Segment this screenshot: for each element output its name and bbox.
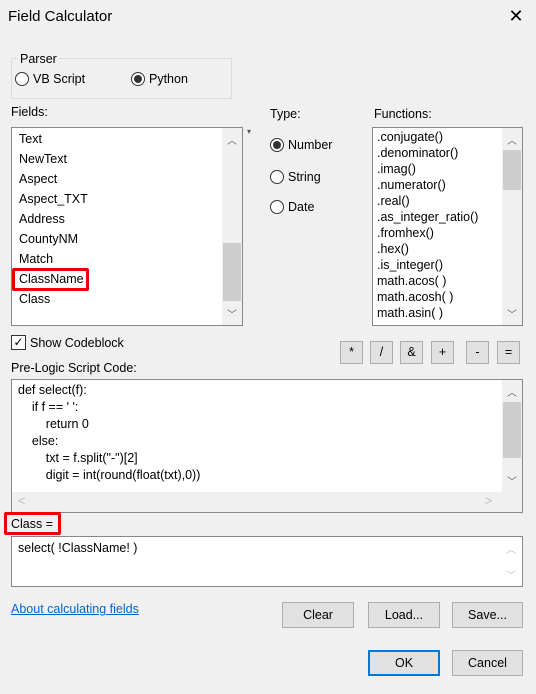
- scroll-up-icon[interactable]: ︿: [502, 132, 522, 147]
- radio-label: Number: [288, 138, 333, 152]
- radio-label: VB Script: [33, 72, 86, 86]
- prelogic-code-editor[interactable]: def select(f): if f == ' ': return 0 els…: [11, 379, 523, 513]
- radio-icon: [15, 72, 29, 86]
- radio-vbscript[interactable]: VB Script: [15, 72, 85, 86]
- code-line: digit = int(round(float(txt),0)): [18, 468, 201, 482]
- operator-equals-button[interactable]: =: [497, 341, 520, 364]
- radio-label: Date: [288, 200, 315, 214]
- scroll-thumb[interactable]: [503, 150, 521, 190]
- function-item[interactable]: .fromhex(): [377, 226, 434, 240]
- function-item[interactable]: .real(): [377, 194, 410, 208]
- operator-multiply-button[interactable]: *: [340, 341, 363, 364]
- operator-minus-button[interactable]: -: [466, 341, 489, 364]
- type-label: Type:: [270, 107, 301, 121]
- prelogic-label: Pre-Logic Script Code:: [11, 361, 137, 375]
- function-item[interactable]: .numerator(): [377, 178, 446, 192]
- code-line: else:: [18, 434, 59, 448]
- field-item[interactable]: Text: [19, 132, 42, 146]
- functions-label: Functions:: [374, 107, 432, 121]
- save-button[interactable]: Save...: [452, 602, 523, 628]
- field-item[interactable]: Match: [19, 252, 53, 266]
- functions-scrollbar[interactable]: ︿ ﹀: [502, 128, 522, 325]
- function-item[interactable]: .imag(): [377, 162, 416, 176]
- function-item[interactable]: .hex(): [377, 242, 409, 256]
- function-item[interactable]: math.acos( ): [377, 274, 446, 288]
- fields-label: Fields:: [11, 105, 48, 119]
- close-icon[interactable]: ✕: [506, 6, 526, 26]
- radio-label: Python: [149, 72, 188, 86]
- ok-button[interactable]: OK: [368, 650, 440, 676]
- field-item[interactable]: CountyNM: [19, 232, 78, 246]
- function-item[interactable]: .conjugate(): [377, 130, 443, 144]
- code-line: if f == ' ':: [18, 400, 79, 414]
- scroll-up-icon[interactable]: ︿: [222, 132, 242, 147]
- field-item[interactable]: Class: [19, 292, 50, 306]
- cancel-button[interactable]: Cancel: [452, 650, 523, 676]
- radio-date[interactable]: Date: [270, 200, 314, 214]
- code-line: return 0: [18, 417, 89, 431]
- operator-divide-button[interactable]: /: [370, 341, 393, 364]
- window-title: Field Calculator: [8, 8, 113, 25]
- scroll-down-icon[interactable]: ﹀: [502, 306, 522, 321]
- scroll-up-icon[interactable]: ︿: [506, 541, 516, 556]
- scroll-down-icon[interactable]: ﹀: [506, 567, 516, 582]
- fields-list[interactable]: Text NewText Aspect Aspect_TXT Address County…: [11, 127, 243, 326]
- scroll-thumb[interactable]: [503, 402, 521, 458]
- function-item[interactable]: math.acosh( ): [377, 290, 453, 304]
- expression-text: select( !ClassName! ): [18, 541, 138, 555]
- code-line: txt = f.split("-")[2]: [18, 451, 138, 465]
- functions-list[interactable]: .conjugate() .denominator() .imag() .numera…: [372, 127, 523, 326]
- highlight-box: [12, 268, 89, 291]
- function-item[interactable]: .is_integer(): [377, 258, 443, 272]
- field-item[interactable]: Aspect_TXT: [19, 192, 88, 206]
- radio-icon: [270, 200, 284, 214]
- radio-selected-icon: [131, 72, 145, 86]
- about-calculating-fields-link[interactable]: About calculating fields: [11, 602, 139, 616]
- radio-icon: [270, 170, 284, 184]
- checkbox-label: Show Codeblock: [30, 335, 124, 350]
- operator-plus-button[interactable]: +: [431, 341, 454, 364]
- show-codeblock-checkbox[interactable]: ✓ Show Codeblock: [11, 335, 124, 350]
- field-item[interactable]: Address: [19, 212, 65, 226]
- function-item[interactable]: .denominator(): [377, 146, 458, 160]
- highlight-box: [4, 512, 61, 535]
- sort-icon[interactable]: ▾: [247, 127, 251, 136]
- field-item[interactable]: Aspect: [19, 172, 57, 186]
- code-horizontal-scrollbar[interactable]: < >: [12, 492, 522, 512]
- clear-button[interactable]: Clear: [282, 602, 354, 628]
- fields-scrollbar[interactable]: ︿ ﹀: [222, 128, 242, 325]
- function-item[interactable]: math.asin( ): [377, 306, 443, 320]
- scroll-down-icon[interactable]: ﹀: [222, 306, 242, 321]
- radio-selected-icon: [270, 138, 284, 152]
- radio-string[interactable]: String: [270, 170, 321, 184]
- expression-input[interactable]: select( !ClassName! ) ︿ ﹀: [11, 536, 523, 587]
- scroll-thumb[interactable]: [223, 243, 241, 301]
- scroll-up-icon[interactable]: ︿: [502, 384, 522, 399]
- scroll-right-icon[interactable]: >: [485, 494, 492, 508]
- operator-and-button[interactable]: &: [400, 341, 423, 364]
- code-vertical-scrollbar[interactable]: ︿ ﹀: [502, 380, 522, 492]
- scroll-left-icon[interactable]: <: [18, 494, 25, 508]
- scroll-down-icon[interactable]: ﹀: [502, 473, 522, 488]
- field-item[interactable]: NewText: [19, 152, 67, 166]
- function-item[interactable]: .as_integer_ratio(): [377, 210, 478, 224]
- checkbox-checked-icon: ✓: [11, 335, 26, 350]
- load-button[interactable]: Load...: [368, 602, 440, 628]
- code-line: def select(f):: [18, 383, 87, 397]
- radio-python[interactable]: Python: [131, 72, 188, 86]
- radio-number[interactable]: Number: [270, 138, 332, 152]
- radio-label: String: [288, 170, 321, 184]
- parser-label: Parser: [18, 52, 59, 66]
